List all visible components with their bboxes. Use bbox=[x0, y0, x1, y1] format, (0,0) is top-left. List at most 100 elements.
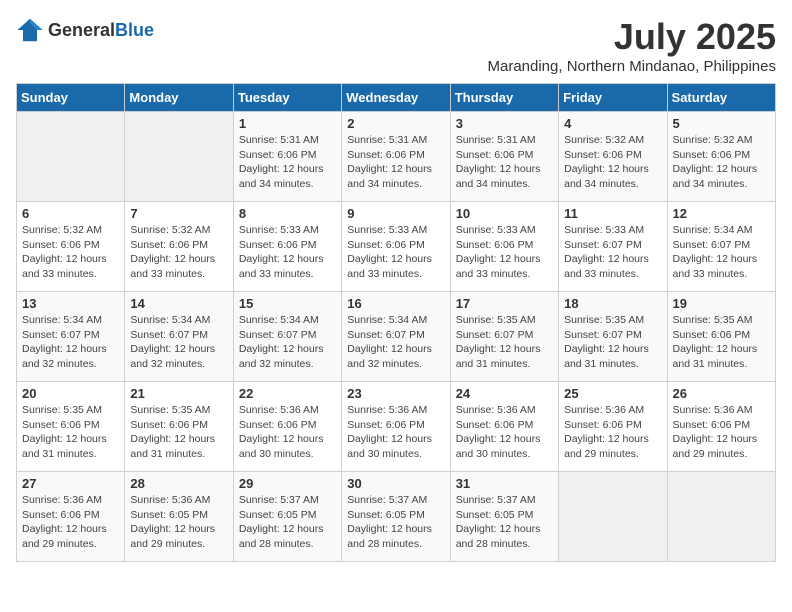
calendar-cell bbox=[667, 472, 775, 562]
day-number: 13 bbox=[22, 296, 119, 311]
logo: GeneralBlue bbox=[16, 16, 154, 44]
calendar-cell: 30 Sunrise: 5:37 AM Sunset: 6:05 PM Dayli… bbox=[342, 472, 450, 562]
day-info: Sunrise: 5:36 AM Sunset: 6:06 PM Dayligh… bbox=[564, 403, 661, 462]
calendar-cell: 11 Sunrise: 5:33 AM Sunset: 6:07 PM Dayli… bbox=[559, 202, 667, 292]
day-header-thursday: Thursday bbox=[450, 84, 558, 112]
day-number: 24 bbox=[456, 386, 553, 401]
calendar-cell: 17 Sunrise: 5:35 AM Sunset: 6:07 PM Dayli… bbox=[450, 292, 558, 382]
calendar-cell: 4 Sunrise: 5:32 AM Sunset: 6:06 PM Daylig… bbox=[559, 112, 667, 202]
days-header-row: SundayMondayTuesdayWednesdayThursdayFrid… bbox=[17, 84, 776, 112]
calendar-cell: 26 Sunrise: 5:36 AM Sunset: 6:06 PM Dayli… bbox=[667, 382, 775, 472]
day-number: 20 bbox=[22, 386, 119, 401]
day-number: 4 bbox=[564, 116, 661, 131]
header: GeneralBlue July 2025 Maranding, Norther… bbox=[16, 16, 776, 75]
calendar-cell: 8 Sunrise: 5:33 AM Sunset: 6:06 PM Daylig… bbox=[233, 202, 341, 292]
day-number: 18 bbox=[564, 296, 661, 311]
day-number: 8 bbox=[239, 206, 336, 221]
day-number: 26 bbox=[673, 386, 770, 401]
day-info: Sunrise: 5:35 AM Sunset: 6:07 PM Dayligh… bbox=[456, 313, 553, 372]
day-number: 30 bbox=[347, 476, 444, 491]
day-number: 6 bbox=[22, 206, 119, 221]
calendar-table: SundayMondayTuesdayWednesdayThursdayFrid… bbox=[16, 83, 776, 562]
day-info: Sunrise: 5:37 AM Sunset: 6:05 PM Dayligh… bbox=[456, 493, 553, 552]
day-number: 19 bbox=[673, 296, 770, 311]
day-info: Sunrise: 5:32 AM Sunset: 6:06 PM Dayligh… bbox=[22, 223, 119, 282]
calendar-cell: 7Sunrise: 5:32 AM Sunset: 6:06 PM Daylig… bbox=[125, 202, 233, 292]
day-info: Sunrise: 5:37 AM Sunset: 6:05 PM Dayligh… bbox=[239, 493, 336, 552]
week-row-5: 27Sunrise: 5:36 AM Sunset: 6:06 PM Dayli… bbox=[17, 472, 776, 562]
day-info: Sunrise: 5:33 AM Sunset: 6:06 PM Dayligh… bbox=[456, 223, 553, 282]
month-year-title: July 2025 bbox=[487, 16, 776, 58]
day-info: Sunrise: 5:34 AM Sunset: 6:07 PM Dayligh… bbox=[130, 313, 227, 372]
logo-general: General bbox=[48, 20, 115, 40]
day-info: Sunrise: 5:36 AM Sunset: 6:05 PM Dayligh… bbox=[130, 493, 227, 552]
calendar-cell: 18 Sunrise: 5:35 AM Sunset: 6:07 PM Dayli… bbox=[559, 292, 667, 382]
day-number: 9 bbox=[347, 206, 444, 221]
day-info: Sunrise: 5:37 AM Sunset: 6:05 PM Dayligh… bbox=[347, 493, 444, 552]
day-number: 3 bbox=[456, 116, 553, 131]
calendar-cell: 2Sunrise: 5:31 AM Sunset: 6:06 PM Daylig… bbox=[342, 112, 450, 202]
day-info: Sunrise: 5:34 AM Sunset: 6:07 PM Dayligh… bbox=[239, 313, 336, 372]
day-number: 14 bbox=[130, 296, 227, 311]
calendar-cell: 19 Sunrise: 5:35 AM Sunset: 6:06 PM Dayli… bbox=[667, 292, 775, 382]
day-info: Sunrise: 5:32 AM Sunset: 6:06 PM Dayligh… bbox=[673, 133, 770, 192]
calendar-cell: 1 Sunrise: 5:31 AM Sunset: 6:06 PM Daylig… bbox=[233, 112, 341, 202]
day-number: 21 bbox=[130, 386, 227, 401]
day-info: Sunrise: 5:33 AM Sunset: 6:06 PM Dayligh… bbox=[239, 223, 336, 282]
calendar-cell: 13 Sunrise: 5:34 AM Sunset: 6:07 PM Dayli… bbox=[17, 292, 125, 382]
logo-icon bbox=[16, 16, 44, 44]
day-number: 2 bbox=[347, 116, 444, 131]
day-number: 16 bbox=[347, 296, 444, 311]
day-number: 10 bbox=[456, 206, 553, 221]
day-info: Sunrise: 5:33 AM Sunset: 6:07 PM Dayligh… bbox=[564, 223, 661, 282]
title-area: July 2025 Maranding, Northern Mindanao, … bbox=[487, 16, 776, 75]
day-info: Sunrise: 5:35 AM Sunset: 6:06 PM Dayligh… bbox=[673, 313, 770, 372]
day-info: Sunrise: 5:36 AM Sunset: 6:06 PM Dayligh… bbox=[673, 403, 770, 462]
day-info: Sunrise: 5:34 AM Sunset: 6:07 PM Dayligh… bbox=[347, 313, 444, 372]
day-info: Sunrise: 5:36 AM Sunset: 6:06 PM Dayligh… bbox=[22, 493, 119, 552]
calendar-cell: 24 Sunrise: 5:36 AM Sunset: 6:06 PM Dayli… bbox=[450, 382, 558, 472]
day-info: Sunrise: 5:35 AM Sunset: 6:06 PM Dayligh… bbox=[22, 403, 119, 462]
day-info: Sunrise: 5:32 AM Sunset: 6:06 PM Dayligh… bbox=[130, 223, 227, 282]
day-info: Sunrise: 5:36 AM Sunset: 6:06 PM Dayligh… bbox=[456, 403, 553, 462]
day-header-friday: Friday bbox=[559, 84, 667, 112]
day-number: 11 bbox=[564, 206, 661, 221]
day-number: 29 bbox=[239, 476, 336, 491]
day-header-tuesday: Tuesday bbox=[233, 84, 341, 112]
day-number: 23 bbox=[347, 386, 444, 401]
day-info: Sunrise: 5:36 AM Sunset: 6:06 PM Dayligh… bbox=[347, 403, 444, 462]
day-info: Sunrise: 5:36 AM Sunset: 6:06 PM Dayligh… bbox=[239, 403, 336, 462]
calendar-cell: 9 Sunrise: 5:33 AM Sunset: 6:06 PM Daylig… bbox=[342, 202, 450, 292]
day-header-wednesday: Wednesday bbox=[342, 84, 450, 112]
day-info: Sunrise: 5:32 AM Sunset: 6:06 PM Dayligh… bbox=[564, 133, 661, 192]
calendar-cell: 15 Sunrise: 5:34 AM Sunset: 6:07 PM Dayli… bbox=[233, 292, 341, 382]
day-number: 15 bbox=[239, 296, 336, 311]
day-number: 31 bbox=[456, 476, 553, 491]
calendar-cell bbox=[17, 112, 125, 202]
calendar-cell: 6 Sunrise: 5:32 AM Sunset: 6:06 PM Daylig… bbox=[17, 202, 125, 292]
calendar-cell: 25Sunrise: 5:36 AM Sunset: 6:06 PM Dayli… bbox=[559, 382, 667, 472]
day-info: Sunrise: 5:33 AM Sunset: 6:06 PM Dayligh… bbox=[347, 223, 444, 282]
calendar-cell: 20 Sunrise: 5:35 AM Sunset: 6:06 PM Dayli… bbox=[17, 382, 125, 472]
day-info: Sunrise: 5:35 AM Sunset: 6:07 PM Dayligh… bbox=[564, 313, 661, 372]
week-row-4: 20 Sunrise: 5:35 AM Sunset: 6:06 PM Dayli… bbox=[17, 382, 776, 472]
calendar-cell: 10 Sunrise: 5:33 AM Sunset: 6:06 PM Dayli… bbox=[450, 202, 558, 292]
calendar-cell: 22Sunrise: 5:36 AM Sunset: 6:06 PM Dayli… bbox=[233, 382, 341, 472]
day-info: Sunrise: 5:31 AM Sunset: 6:06 PM Dayligh… bbox=[456, 133, 553, 192]
day-header-saturday: Saturday bbox=[667, 84, 775, 112]
day-info: Sunrise: 5:31 AM Sunset: 6:06 PM Dayligh… bbox=[239, 133, 336, 192]
calendar-cell: 31 Sunrise: 5:37 AM Sunset: 6:05 PM Dayli… bbox=[450, 472, 558, 562]
calendar-cell: 16 Sunrise: 5:34 AM Sunset: 6:07 PM Dayli… bbox=[342, 292, 450, 382]
calendar-cell: 3 Sunrise: 5:31 AM Sunset: 6:06 PM Daylig… bbox=[450, 112, 558, 202]
day-header-sunday: Sunday bbox=[17, 84, 125, 112]
day-header-monday: Monday bbox=[125, 84, 233, 112]
day-number: 5 bbox=[673, 116, 770, 131]
calendar-cell: 28Sunrise: 5:36 AM Sunset: 6:05 PM Dayli… bbox=[125, 472, 233, 562]
day-number: 17 bbox=[456, 296, 553, 311]
logo-blue: Blue bbox=[115, 20, 154, 40]
day-number: 1 bbox=[239, 116, 336, 131]
calendar-cell: 27Sunrise: 5:36 AM Sunset: 6:06 PM Dayli… bbox=[17, 472, 125, 562]
calendar-cell bbox=[125, 112, 233, 202]
day-info: Sunrise: 5:34 AM Sunset: 6:07 PM Dayligh… bbox=[22, 313, 119, 372]
calendar-cell: 5 Sunrise: 5:32 AM Sunset: 6:06 PM Daylig… bbox=[667, 112, 775, 202]
